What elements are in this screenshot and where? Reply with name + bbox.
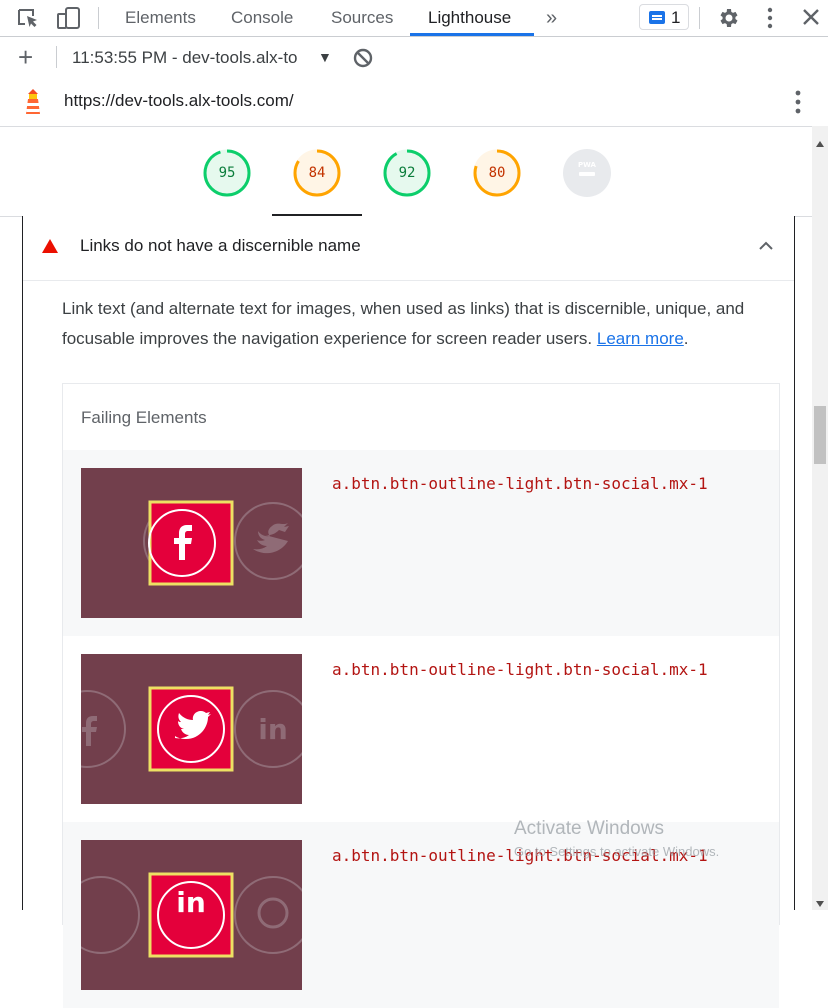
element-screenshot: in <box>81 654 302 804</box>
audit-title: Links do not have a discernible name <box>80 236 361 255</box>
element-screenshot <box>81 468 302 618</box>
divider <box>56 46 57 68</box>
gauge-score: 80 <box>488 165 506 181</box>
clear-all-icon[interactable] <box>352 47 374 74</box>
gauge-seo[interactable]: 80 <box>472 148 522 198</box>
audit-description: Link text (and alternate text for images… <box>62 299 745 348</box>
gauge-pwa[interactable]: PWA <box>562 148 612 198</box>
divider <box>699 7 700 29</box>
more-tabs-button[interactable]: » <box>546 0 557 36</box>
table-row[interactable]: in a.btn.btn-outline-light.btn-social.mx… <box>63 636 779 822</box>
tab-lighthouse[interactable]: Lighthouse <box>428 0 511 36</box>
new-report-button[interactable]: + <box>18 42 33 73</box>
gauge-accessibility[interactable]: 84 <box>292 148 342 198</box>
device-toolbar-icon[interactable] <box>56 6 82 35</box>
gauge-score: 92 <box>398 165 416 181</box>
divider <box>98 7 99 29</box>
pwa-label: PWA <box>578 161 597 169</box>
page-url[interactable]: https://dev-tools.alx-tools.com/ <box>64 91 294 111</box>
gear-icon[interactable] <box>716 6 740 35</box>
score-gauges: 95 84 92 80 PWA <box>0 126 812 217</box>
chevron-down-icon[interactable]: ▼ <box>318 49 332 65</box>
close-icon[interactable] <box>802 8 820 31</box>
active-tab-indicator <box>410 33 534 36</box>
chevron-up-icon[interactable] <box>758 238 774 256</box>
devtools-tab-bar: Elements Console Sources Lighthouse » 1 <box>0 0 828 37</box>
issues-icon <box>649 11 665 24</box>
element-selector[interactable]: a.btn.btn-outline-light.btn-social.mx-1 <box>332 474 708 493</box>
inspect-element-icon[interactable] <box>16 7 40 34</box>
element-screenshot: in <box>81 840 302 990</box>
tab-elements[interactable]: Elements <box>125 0 196 36</box>
report-url-bar: https://dev-tools.alx-tools.com/ <box>0 78 828 127</box>
issues-count: 1 <box>671 8 681 27</box>
gauge-score: 95 <box>218 165 236 181</box>
lighthouse-toolbar: + 11:53:55 PM - dev-tools.alx-to ▼ <box>0 37 828 79</box>
activate-windows-subtitle: Go to Settings to activate Windows. <box>514 844 720 859</box>
pwa-badge-icon: PWA <box>563 149 611 197</box>
scroll-down-arrow-icon[interactable] <box>816 894 824 912</box>
scrollbar[interactable] <box>812 126 828 910</box>
scroll-up-arrow-icon[interactable] <box>816 134 824 152</box>
tab-sources[interactable]: Sources <box>331 0 393 36</box>
linkedin-icon: in <box>176 886 206 919</box>
fail-triangle-icon <box>42 239 58 258</box>
gauge-score: 84 <box>308 165 326 181</box>
lighthouse-logo-icon <box>22 88 44 121</box>
report-menu-icon[interactable] <box>788 90 808 119</box>
activate-windows-watermark: Activate Windows <box>514 818 664 839</box>
scrollbar-thumb[interactable] <box>814 406 826 464</box>
linkedin-icon: in <box>258 713 288 746</box>
learn-more-link[interactable]: Learn more <box>597 329 684 348</box>
more-options-icon[interactable] <box>760 7 780 34</box>
report-select[interactable]: 11:53:55 PM - dev-tools.alx-to <box>72 48 318 68</box>
gauge-best-practices[interactable]: 92 <box>382 148 432 198</box>
issues-counter-button[interactable]: 1 <box>639 4 689 30</box>
gauge-performance[interactable]: 95 <box>202 148 252 198</box>
audit-panel: Links do not have a discernible name Lin… <box>22 216 795 1008</box>
element-selector[interactable]: a.btn.btn-outline-light.btn-social.mx-1 <box>332 660 708 679</box>
failing-elements-heading: Failing Elements <box>81 408 207 427</box>
tab-console[interactable]: Console <box>231 0 293 36</box>
audit-header[interactable]: Links do not have a discernible name <box>23 216 794 281</box>
table-row[interactable]: a.btn.btn-outline-light.btn-social.mx-1 <box>63 450 779 636</box>
